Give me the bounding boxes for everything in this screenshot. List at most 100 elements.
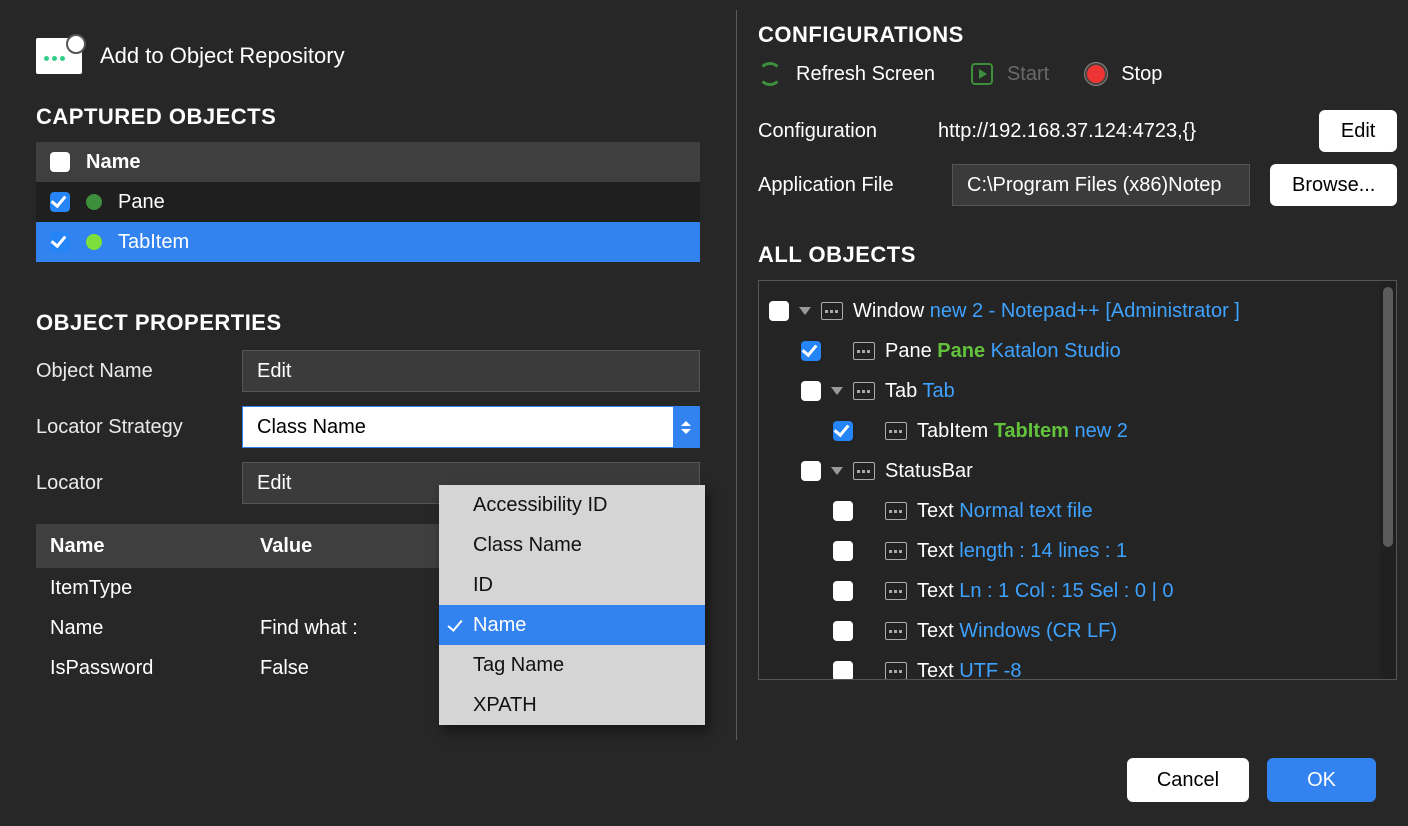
tree-row-checkbox[interactable] [833,541,853,561]
configurations-heading: CONFIGURATIONS [758,22,1397,48]
object-name-row: Object Name [36,350,700,392]
captured-objects-heading: CAPTURED OBJECTS [36,104,700,130]
locator-strategy-dropdown[interactable]: Accessibility IDClass NameIDNameTag Name… [439,485,705,725]
tree-row-checkbox[interactable] [801,461,821,481]
dropdown-item[interactable]: Accessibility ID [439,485,705,525]
refresh-label: Refresh Screen [796,63,935,86]
stop-button[interactable]: Stop [1085,63,1162,86]
prop-name: Name [50,617,260,640]
select-arrows-icon [673,407,699,447]
object-icon [885,582,907,600]
tree-row[interactable]: Tab Tab [769,371,1376,411]
dropdown-item[interactable]: Class Name [439,525,705,565]
configuration-row: Configuration http://192.168.37.124:4723… [758,110,1397,152]
tree-row-checkbox[interactable] [833,421,853,441]
tree-row-label: TabItem TabItem new 2 [917,420,1128,443]
tree-row-label: StatusBar [885,460,973,483]
tree-row-checkbox[interactable] [801,341,821,361]
dropdown-item[interactable]: Tag Name [439,645,705,685]
captured-row-tabitem[interactable]: TabItem [36,222,700,262]
captured-row-tabitem-checkbox[interactable] [50,232,70,252]
object-icon [853,462,875,480]
tree-row-label: Text UTF -8 [917,660,1021,680]
edit-button[interactable]: Edit [1319,110,1397,152]
title-row: Add to Object Repository [36,38,700,74]
object-icon [853,342,875,360]
configuration-value: http://192.168.37.124:4723,{} [938,120,1299,143]
tree-row-checkbox[interactable] [833,661,853,679]
dropdown-item[interactable]: Name [439,605,705,645]
refresh-icon [758,62,782,86]
tree-row-label: Window new 2 - Notepad++ [Administrator … [853,300,1240,323]
object-icon [885,662,907,679]
dialog-footer: Cancel OK [1127,758,1376,802]
expand-icon[interactable] [799,305,811,317]
expand-icon[interactable] [831,465,843,477]
locator-strategy-value: Class Name [257,416,366,439]
application-file-label: Application File [758,174,932,197]
captured-select-all-checkbox[interactable] [50,152,70,172]
application-file-row: Application File Browse... [758,164,1397,206]
object-icon [853,382,875,400]
locator-strategy-row: Locator Strategy Class Name [36,406,700,448]
repository-icon [36,38,82,74]
dropdown-item[interactable]: XPATH [439,685,705,725]
tree-row[interactable]: Text Normal text file [769,491,1376,531]
configuration-label: Configuration [758,120,918,143]
all-objects-section: ALL OBJECTS Window new 2 - Notepad++ [Ad… [758,242,1397,680]
tree-row[interactable]: Text length : 14 lines : 1 [769,531,1376,571]
object-icon [885,422,907,440]
status-dot-icon [86,234,102,250]
captured-header-row: Name [36,142,700,182]
captured-row-pane[interactable]: Pane [36,182,700,222]
tree-row-checkbox[interactable] [833,581,853,601]
captured-row-pane-checkbox[interactable] [50,192,70,212]
tree-row[interactable]: Text Ln : 1 Col : 15 Sel : 0 | 0 [769,571,1376,611]
tree-row[interactable]: Pane Pane Katalon Studio [769,331,1376,371]
application-file-input[interactable] [952,164,1250,206]
tree-row-checkbox[interactable] [833,621,853,641]
config-actions: Refresh Screen Start Stop [758,62,1397,86]
browse-button[interactable]: Browse... [1270,164,1397,206]
expand-icon[interactable] [831,385,843,397]
object-icon [885,622,907,640]
locator-strategy-label: Locator Strategy [36,416,242,439]
tree-row[interactable]: Text Windows (CR LF) [769,611,1376,651]
play-icon [971,63,993,85]
tree-scroll-area[interactable]: Window new 2 - Notepad++ [Administrator … [759,281,1380,679]
tree-row[interactable]: StatusBar [769,451,1376,491]
main: Add to Object Repository CAPTURED OBJECT… [0,0,1408,740]
tree-row-checkbox[interactable] [769,301,789,321]
scrollbar[interactable] [1380,281,1396,679]
tree-row[interactable]: Window new 2 - Notepad++ [Administrator … [769,291,1376,331]
stop-label: Stop [1121,63,1162,86]
captured-objects-table: Name Pane TabItem [36,142,700,262]
left-panel: Add to Object Repository CAPTURED OBJECT… [0,0,732,740]
object-properties-heading: OBJECT PROPERTIES [36,310,700,336]
dropdown-item[interactable]: ID [439,565,705,605]
locator-strategy-select[interactable]: Class Name [242,406,700,448]
start-button: Start [971,63,1049,86]
captured-column-name: Name [86,151,140,174]
tree-row-label: Tab Tab [885,380,955,403]
right-panel: CONFIGURATIONS Refresh Screen Start Stop… [732,0,1408,740]
locator-label: Locator [36,472,242,495]
scrollbar-thumb[interactable] [1383,287,1393,547]
object-name-input[interactable] [242,350,700,392]
status-dot-icon [86,194,102,210]
object-icon [821,302,843,320]
prop-value: Find what : [260,617,358,640]
ok-button[interactable]: OK [1267,758,1376,802]
tree-row[interactable]: TabItem TabItem new 2 [769,411,1376,451]
tree-row-label: Text length : 14 lines : 1 [917,540,1127,563]
tree-row-checkbox[interactable] [801,381,821,401]
prop-value: False [260,657,309,680]
stop-icon [1085,63,1107,85]
cancel-button[interactable]: Cancel [1127,758,1249,802]
tree-row-checkbox[interactable] [833,501,853,521]
tree-row-label: Text Normal text file [917,500,1093,523]
tree-row-label: Text Ln : 1 Col : 15 Sel : 0 | 0 [917,580,1173,603]
tree-row[interactable]: Text UTF -8 [769,651,1376,679]
object-icon [885,502,907,520]
refresh-screen-button[interactable]: Refresh Screen [758,62,935,86]
